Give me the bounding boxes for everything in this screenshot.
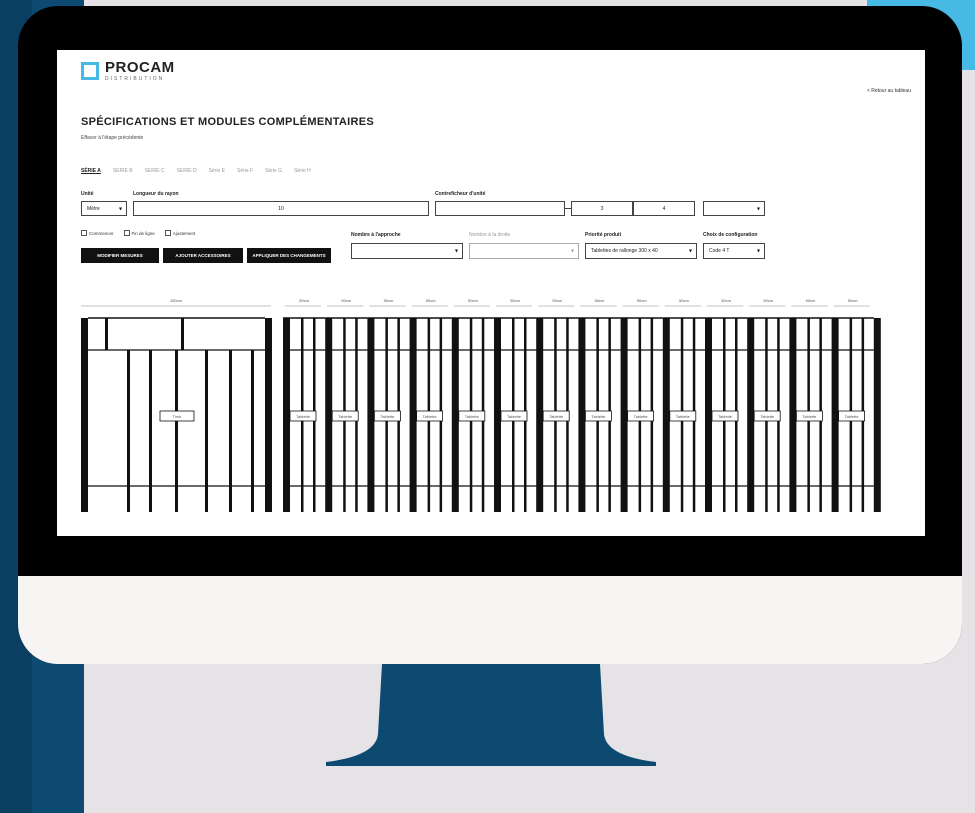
hanging-bar: [229, 350, 232, 512]
shelf-tag-label: Tablette: [338, 414, 353, 419]
dimension-label: 50cm: [510, 298, 520, 303]
shelf-tag-label: Tiroir: [173, 414, 183, 419]
dimension-label: 50cm: [384, 298, 394, 303]
dimension-label: 50cm: [806, 298, 816, 303]
dimension-label: 50cm: [595, 298, 605, 303]
shelf-tag-label: Tablette: [380, 414, 395, 419]
shelf-tag-label: Tablette: [507, 414, 522, 419]
monitor-stand: [326, 664, 656, 766]
upright-post: [873, 318, 881, 512]
dimension-label: 50cm: [468, 298, 478, 303]
dimension-label: 50cm: [341, 298, 351, 303]
dimension-label: 150cm: [170, 298, 183, 303]
monitor-chin: [18, 576, 962, 664]
dimension-label: 50cm: [637, 298, 647, 303]
shelf-tag-label: Tablette: [549, 414, 564, 419]
monitor: PROCAM DISTRIBUTION < Retour au tableau …: [18, 6, 962, 664]
shelving-diagram: 150cm Tiroir 50cm Tablette 50cm Tablette 50cm T…: [81, 298, 881, 512]
upright-post: [81, 318, 88, 512]
dimension-label: 50cm: [299, 298, 309, 303]
upright-post: [325, 318, 333, 512]
upright-post: [747, 318, 755, 512]
hanging-bar: [175, 350, 178, 512]
upright-post: [451, 318, 459, 512]
hanging-bar: [205, 350, 208, 512]
dimension-label: 50cm: [552, 298, 562, 303]
upright-post: [831, 318, 839, 512]
dimension-label: 50cm: [426, 298, 436, 303]
hanging-bar: [149, 350, 152, 512]
hanging-bar: [251, 350, 254, 512]
divider: [105, 318, 108, 350]
dimension-label: 50cm: [721, 298, 731, 303]
shelf-tag-label: Tablette: [465, 414, 480, 419]
upright-post: [409, 318, 417, 512]
shelf-tag-label: Tablette: [718, 414, 733, 419]
shelf-tag-label: Tablette: [634, 414, 649, 419]
dimension-label: 50cm: [763, 298, 773, 303]
upright-post: [265, 318, 272, 512]
upright-post: [620, 318, 628, 512]
shelf-tag-label: Tablette: [423, 414, 438, 419]
hanging-bar: [127, 350, 130, 512]
shelf-tag-label: Tablette: [845, 414, 860, 419]
upright-post: [662, 318, 670, 512]
shelf-tag-label: Tablette: [676, 414, 691, 419]
upright-post: [705, 318, 712, 512]
upright-post: [536, 318, 544, 512]
dimension-label: 50cm: [679, 298, 689, 303]
shelf-tag-label: Tablette: [591, 414, 606, 419]
upright-post: [578, 318, 586, 512]
shelf-tag-label: Tablette: [760, 414, 775, 419]
upright-post: [494, 318, 501, 512]
divider: [181, 318, 184, 350]
app-screen: PROCAM DISTRIBUTION < Retour au tableau …: [57, 50, 925, 536]
shelf-tag-label: Tablette: [802, 414, 817, 419]
upright-post: [283, 318, 290, 512]
upright-post: [789, 318, 797, 512]
dimension-label: 50cm: [848, 298, 858, 303]
shelf-tag-label: Tablette: [296, 414, 311, 419]
upright-post: [367, 318, 375, 512]
